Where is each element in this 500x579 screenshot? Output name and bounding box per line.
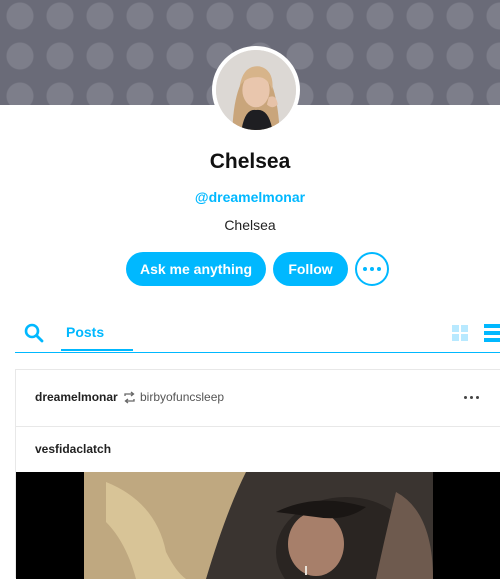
reblog-icon bbox=[124, 391, 135, 404]
post-header: dreamelmonar birbyofuncsleep bbox=[16, 370, 500, 427]
blog-handle[interactable]: @dreamelmonar bbox=[0, 189, 500, 205]
tab-posts[interactable]: Posts bbox=[61, 316, 133, 351]
post-body-author[interactable]: vesfidaclatch bbox=[35, 442, 111, 456]
blog-title: Chelsea bbox=[209, 150, 291, 173]
list-icon[interactable] bbox=[484, 324, 500, 342]
avatar[interactable] bbox=[212, 46, 300, 134]
blog-description: Chelsea bbox=[224, 217, 276, 233]
avatar-image bbox=[216, 50, 296, 130]
post-more-button[interactable] bbox=[462, 396, 480, 399]
ask-me-anything-button[interactable]: Ask me anything bbox=[126, 252, 266, 286]
post-card: dreamelmonar birbyofuncsleep vesfidaclat… bbox=[15, 369, 500, 579]
ellipsis-icon bbox=[463, 396, 467, 399]
follow-button[interactable]: Follow bbox=[273, 252, 348, 286]
post-author[interactable]: dreamelmonar bbox=[35, 390, 118, 404]
grid-icon[interactable] bbox=[452, 325, 468, 341]
ellipsis-icon bbox=[363, 267, 367, 271]
blog-tabs: Posts bbox=[15, 316, 500, 353]
search-icon[interactable] bbox=[24, 323, 44, 343]
more-options-button[interactable] bbox=[355, 252, 389, 286]
post-media[interactable] bbox=[16, 472, 500, 579]
post-image bbox=[16, 472, 500, 579]
reblogged-from[interactable]: birbyofuncsleep bbox=[140, 390, 224, 404]
